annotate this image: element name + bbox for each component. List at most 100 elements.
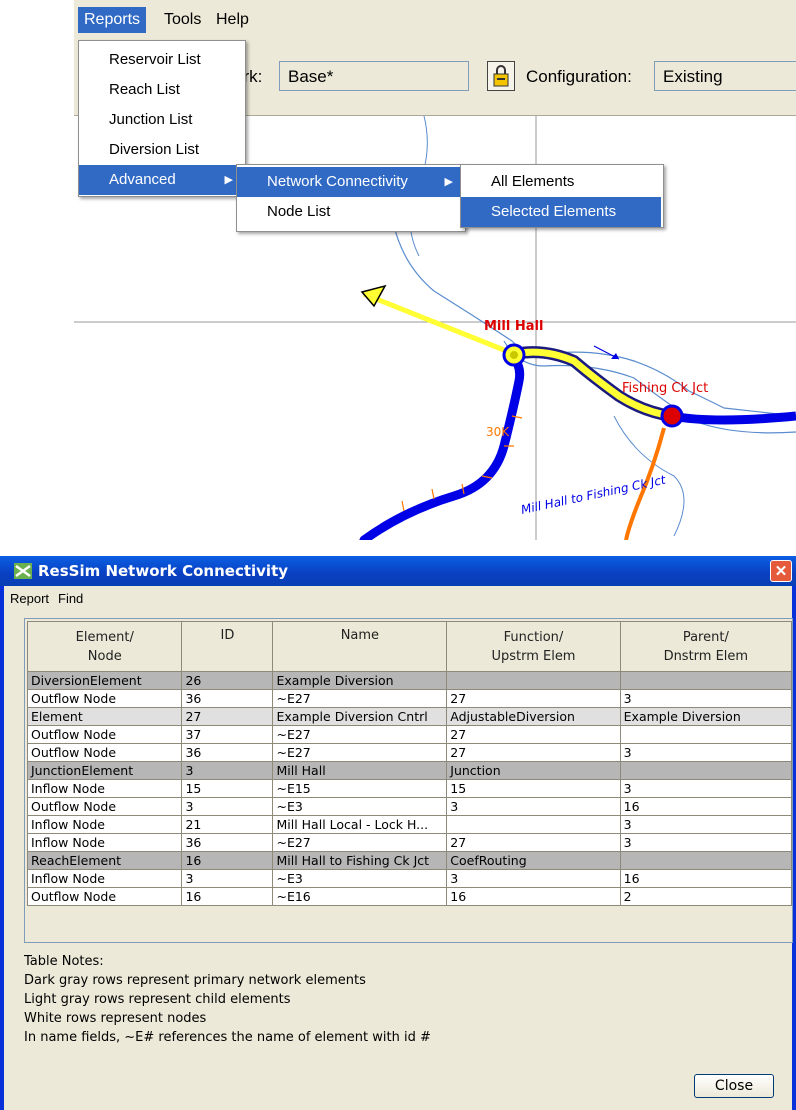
- column-header-function[interactable]: Function/ Upstrm Elem: [446, 621, 621, 672]
- menu-item-reservoir-list[interactable]: Reservoir List: [79, 45, 243, 75]
- lock-icon: [493, 65, 509, 87]
- table-header-row: Element/ Node ID Name Function/ Upstrm E…: [26, 621, 793, 672]
- table-cell: ~E15: [272, 779, 448, 798]
- table-cell: DiversionElement: [26, 671, 183, 690]
- menu-help[interactable]: Help: [210, 7, 255, 33]
- table-cell: [446, 815, 621, 834]
- table-cell: ~E27: [272, 743, 448, 762]
- table-row[interactable]: Outflow Node 3 ~E3 3 16: [26, 797, 793, 816]
- table-row[interactable]: JunctionElement 3 Mill Hall Junction: [26, 761, 793, 780]
- column-header-id[interactable]: ID: [181, 621, 274, 672]
- menu-item-network-connectivity[interactable]: Network Connectivity ▶: [237, 167, 463, 197]
- menu-reports[interactable]: Reports: [78, 7, 147, 33]
- table-cell: Outflow Node: [26, 743, 183, 762]
- junction-mill-hall-center: [510, 351, 518, 359]
- table-cell: 16: [181, 887, 274, 906]
- table-cell: Inflow Node: [26, 779, 183, 798]
- column-header-element[interactable]: Element/ Node: [26, 621, 183, 672]
- dialog-title-bar[interactable]: ResSim Network Connectivity ✕: [0, 556, 796, 586]
- table-cell: AdjustableDiversion: [446, 707, 621, 726]
- table-cell: 3: [181, 797, 274, 816]
- junction-fishing-ck[interactable]: [660, 404, 684, 428]
- menu-item-network-connectivity-label: Network Connectivity: [267, 173, 408, 190]
- menu-item-junction-list[interactable]: Junction List: [79, 105, 243, 135]
- stream-outline: [393, 225, 796, 417]
- table-cell: [619, 761, 793, 780]
- table-cell: Mill Hall: [272, 761, 448, 780]
- table-row[interactable]: Outflow Node 37 ~E27 27: [26, 725, 793, 744]
- table-cell: [446, 671, 621, 690]
- table-cell: ~E16: [272, 887, 448, 906]
- table-cell: 3: [619, 689, 793, 708]
- table-cell: 26: [181, 671, 274, 690]
- table-row[interactable]: Inflow Node 15 ~E15 15 3: [26, 779, 793, 798]
- submenu-arrow-icon: ▶: [224, 174, 233, 186]
- table-row[interactable]: Outflow Node 36 ~E27 27 3: [26, 689, 793, 708]
- column-header-parent[interactable]: Parent/ Dnstrm Elem: [619, 621, 793, 672]
- menu-item-diversion-list[interactable]: Diversion List: [79, 135, 243, 165]
- table-cell: Example Diversion: [272, 671, 448, 690]
- table-cell: 36: [181, 833, 274, 852]
- menu-item-node-list[interactable]: Node List: [237, 197, 463, 227]
- table-row[interactable]: Outflow Node 36 ~E27 27 3: [26, 743, 793, 762]
- table-cell: [619, 725, 793, 744]
- table-cell: 36: [181, 689, 274, 708]
- reservoir-app-window: Reports Tools Help ork: Base* Configurat…: [74, 0, 796, 540]
- table-row[interactable]: Inflow Node 3 ~E3 3 16: [26, 869, 793, 888]
- river-channel: [359, 351, 525, 540]
- table-cell: 3: [181, 761, 274, 780]
- table-row[interactable]: Element 27 Example Diversion Cntrl Adjustab…: [26, 707, 793, 726]
- note-name-fields: In name fields, ~E# references the name …: [24, 1030, 431, 1045]
- table-cell: JunctionElement: [26, 761, 183, 780]
- table-cell: 15: [446, 779, 621, 798]
- table-cell: 27: [181, 707, 274, 726]
- note-white: White rows represent nodes: [24, 1011, 207, 1026]
- label-mill-hall: Mill Hall: [484, 319, 543, 334]
- menu-tools[interactable]: Tools: [158, 7, 207, 33]
- table-row[interactable]: DiversionElement 26 Example Diversion: [26, 671, 793, 690]
- note-dark-gray: Dark gray rows represent primary network…: [24, 973, 366, 988]
- configuration-label: Configuration:: [526, 67, 632, 86]
- menu-bar: Reports Tools Help: [74, 0, 796, 41]
- table-cell: [619, 671, 793, 690]
- menu-item-advanced[interactable]: Advanced ▶: [79, 165, 243, 195]
- configuration-field[interactable]: Existing: [654, 61, 796, 91]
- lock-button[interactable]: [487, 61, 515, 91]
- submenu-arrow-icon: ▶: [444, 176, 453, 188]
- table-row[interactable]: Outflow Node 16 ~E16 16 2: [26, 887, 793, 906]
- table-cell: 27: [446, 833, 621, 852]
- label-fishing-ck-jct: Fishing Ck Jct: [622, 381, 708, 396]
- table-body: DiversionElement 26 Example Diversion Outfl…: [26, 671, 793, 906]
- table-cell: 21: [181, 815, 274, 834]
- table-cell: 3: [619, 743, 793, 762]
- table-row[interactable]: ReachElement 16 Mill Hall to Fishing Ck Jc…: [26, 851, 793, 870]
- table-cell: 3: [619, 779, 793, 798]
- connectivity-submenu: All Elements Selected Elements: [460, 164, 664, 228]
- menu-find[interactable]: Find: [58, 591, 83, 606]
- table-cell: 3: [446, 797, 621, 816]
- column-header-name[interactable]: Name: [272, 621, 448, 672]
- connectivity-table-frame: Element/ Node ID Name Function/ Upstrm E…: [24, 618, 793, 943]
- table-row[interactable]: Inflow Node 21 Mill Hall Local - Lock H...…: [26, 815, 793, 834]
- table-notes: Table Notes: Dark gray rows represent pr…: [24, 952, 431, 1047]
- table-cell: 3: [446, 869, 621, 888]
- advanced-submenu: Network Connectivity ▶ Node List: [236, 164, 466, 232]
- table-cell: 27: [446, 689, 621, 708]
- close-icon[interactable]: ✕: [770, 560, 792, 582]
- network-field[interactable]: Base*: [279, 61, 469, 91]
- table-row[interactable]: Inflow Node 36 ~E27 27 3: [26, 833, 793, 852]
- table-cell: 15: [181, 779, 274, 798]
- table-cell: 16: [181, 851, 274, 870]
- table-cell: Mill Hall Local - Lock H...: [272, 815, 448, 834]
- table-cell: ~E27: [272, 725, 448, 744]
- close-button[interactable]: Close: [694, 1074, 774, 1098]
- reports-menu: Reservoir List Reach List Junction List …: [78, 40, 246, 197]
- table-cell: Inflow Node: [26, 869, 183, 888]
- menu-item-reach-list[interactable]: Reach List: [79, 75, 243, 105]
- menu-item-selected-elements[interactable]: Selected Elements: [461, 197, 661, 227]
- table-cell: Element: [26, 707, 183, 726]
- table-cell: Example Diversion: [619, 707, 793, 726]
- table-cell: 36: [181, 743, 274, 762]
- menu-item-all-elements[interactable]: All Elements: [461, 167, 661, 197]
- menu-report[interactable]: Report: [10, 591, 49, 606]
